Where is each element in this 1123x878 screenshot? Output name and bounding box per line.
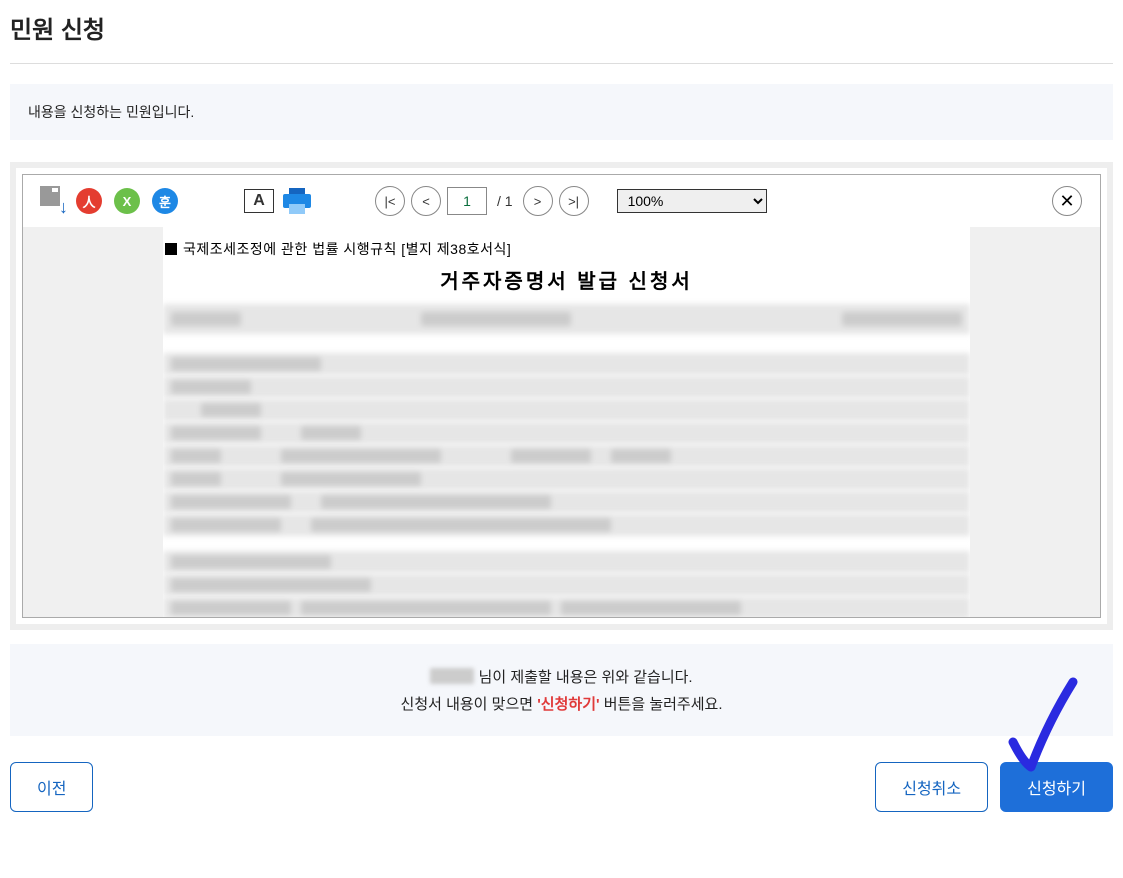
pdf-icon: 人 <box>76 188 102 214</box>
close-viewer-button[interactable]: ✕ <box>1052 186 1082 216</box>
document-viewer-frame: ↓ 人 X 훈 A |< <box>10 162 1113 630</box>
last-page-button[interactable]: >| <box>559 186 589 216</box>
close-icon: ✕ <box>1059 191 1074 212</box>
info-banner: 내용을 신청하는 민원입니다. <box>10 84 1113 140</box>
export-excel-button[interactable]: X <box>111 185 143 217</box>
previous-button[interactable]: 이전 <box>10 762 93 812</box>
export-hwp-button[interactable]: 훈 <box>149 185 181 217</box>
next-page-button[interactable]: > <box>523 186 553 216</box>
page-title: 민원 신청 <box>10 0 1113 63</box>
zoom-select[interactable]: 100% <box>617 189 767 213</box>
confirmation-panel: 님이 제출할 내용은 위와 같습니다. 신청서 내용이 맞으면 '신청하기' 버… <box>10 644 1113 736</box>
excel-icon: X <box>114 188 140 214</box>
submit-button[interactable]: 신청하기 <box>1000 762 1113 812</box>
confirm-line-1: 님이 제출할 내용은 위와 같습니다. <box>26 666 1097 687</box>
cancel-button[interactable]: 신청취소 <box>875 762 988 812</box>
document-content: 국제조세조정에 관한 법률 시행규칙 [별지 제38호서식] 거주자증명서 발급… <box>163 227 970 617</box>
page-number-input[interactable] <box>447 187 487 215</box>
prev-page-icon: < <box>422 194 430 209</box>
export-pdf-button[interactable]: 人 <box>73 185 105 217</box>
save-icon: ↓ <box>36 186 66 216</box>
font-button[interactable]: A <box>243 185 275 217</box>
action-button-row: 이전 신청취소 신청하기 <box>10 762 1113 832</box>
redacted-name <box>430 668 474 684</box>
document-page-area[interactable]: 국제조세조정에 관한 법률 시행규칙 [별지 제38호서식] 거주자증명서 발급… <box>23 227 1100 617</box>
last-page-icon: >| <box>568 194 579 209</box>
next-page-icon: > <box>534 194 542 209</box>
confirm-line-2: 신청서 내용이 맞으면 '신청하기' 버튼을 눌러주세요. <box>26 693 1097 714</box>
document-form-body <box>163 300 970 617</box>
first-page-button[interactable]: |< <box>375 186 405 216</box>
document-law-reference: 국제조세조정에 관한 법률 시행규칙 [별지 제38호서식] <box>163 239 970 265</box>
confirm-highlight: '신청하기' <box>537 696 599 713</box>
print-button[interactable] <box>281 185 313 217</box>
hwp-icon: 훈 <box>152 188 178 214</box>
prev-page-button[interactable]: < <box>411 186 441 216</box>
document-title: 거주자증명서 발급 신청서 <box>163 265 970 300</box>
document-viewer: ↓ 人 X 훈 A |< <box>22 174 1101 618</box>
doc-margin-right <box>970 227 1100 617</box>
save-button[interactable]: ↓ <box>35 185 67 217</box>
font-icon: A <box>244 189 274 213</box>
page-total-label: / 1 <box>493 193 517 209</box>
first-page-icon: |< <box>385 194 396 209</box>
doc-margin-left <box>23 227 163 617</box>
print-icon <box>279 186 315 216</box>
title-divider <box>10 63 1113 64</box>
viewer-toolbar: ↓ 人 X 훈 A |< <box>23 175 1100 227</box>
